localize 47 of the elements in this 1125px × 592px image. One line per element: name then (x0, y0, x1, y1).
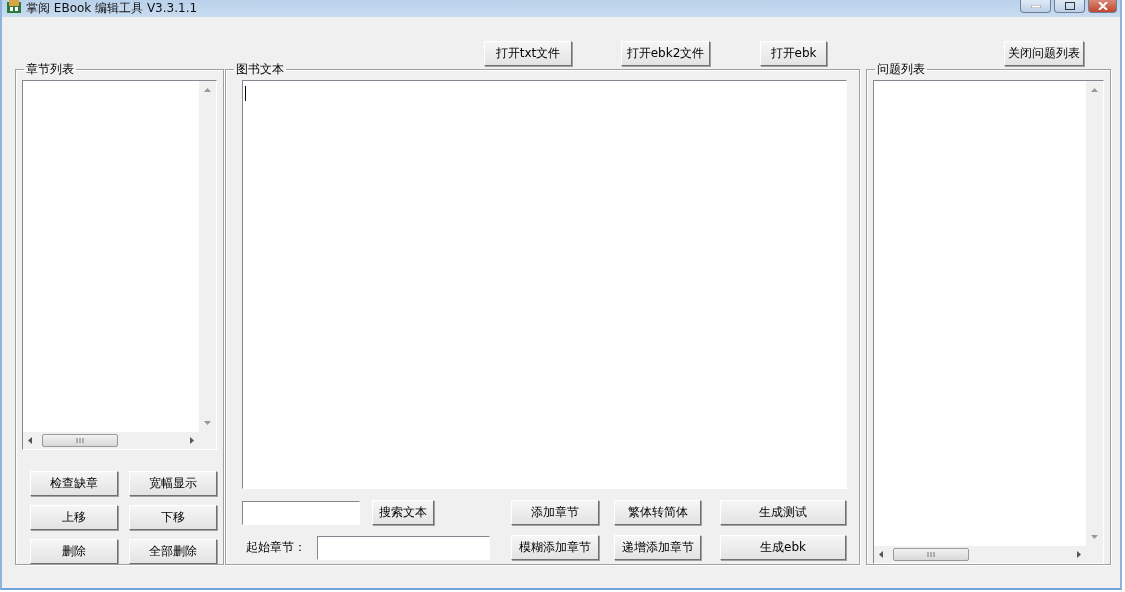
left-arrow-icon[interactable] (27, 437, 34, 444)
chapter-button[interactable]: 宽幅显示 (129, 471, 217, 496)
action-button[interactable]: 生成ebk (720, 535, 846, 560)
start-chapter-label: 起始章节： (245, 539, 307, 556)
left-arrow-icon[interactable] (878, 551, 885, 558)
grip-icon (927, 552, 935, 557)
chapter-button[interactable]: 下移 (129, 505, 217, 530)
down-arrow-icon[interactable] (1091, 533, 1098, 540)
scrollbar-thumb[interactable] (42, 434, 118, 447)
action-button[interactable]: 递增添加章节 (614, 535, 701, 560)
action-button[interactable]: 模糊添加章节 (511, 535, 599, 560)
close-button[interactable] (1088, 0, 1117, 13)
group-title: 章节列表 (25, 61, 75, 78)
maximize-button[interactable] (1054, 0, 1085, 13)
right-arrow-icon[interactable] (1075, 551, 1082, 558)
action-button[interactable]: 繁体转简体 (614, 500, 701, 525)
search-field[interactable] (242, 500, 360, 525)
vertical-scrollbar[interactable] (199, 81, 216, 432)
scrollbar-thumb[interactable] (893, 548, 969, 561)
open-file-button[interactable]: 打开ebk (760, 41, 827, 66)
group-title: 问题列表 (876, 61, 926, 78)
search-button[interactable]: 搜索文本 (372, 500, 434, 525)
book-icon (6, 0, 22, 14)
right-arrow-icon[interactable] (188, 437, 195, 444)
up-arrow-icon[interactable] (1091, 87, 1098, 94)
chapter-button[interactable]: 检查缺章 (30, 471, 118, 496)
chapter-button[interactable]: 上移 (30, 505, 118, 530)
window-title: 掌阅 EBook 编辑工具 V3.3.1.1 (26, 1, 198, 15)
up-arrow-icon[interactable] (204, 87, 211, 94)
minimize-icon (1030, 4, 1041, 8)
grip-icon (76, 438, 84, 443)
group-title: 图书文本 (235, 61, 285, 78)
chapter-button[interactable]: 全部删除 (129, 539, 217, 564)
close-issues-button[interactable]: 关闭问题列表 (1004, 41, 1084, 66)
horizontal-scrollbar[interactable] (874, 546, 1086, 563)
maximize-icon (1064, 2, 1075, 10)
action-button[interactable]: 生成测试 (720, 500, 846, 525)
horizontal-scrollbar[interactable] (23, 432, 199, 449)
open-file-button[interactable]: 打开txt文件 (484, 41, 572, 66)
text-caret (245, 86, 246, 101)
open-file-button[interactable]: 打开ebk2文件 (621, 41, 710, 66)
down-arrow-icon[interactable] (204, 419, 211, 426)
close-icon (1097, 2, 1108, 10)
chapter-button[interactable]: 删除 (30, 539, 118, 564)
start-chapter-field[interactable] (317, 535, 490, 560)
action-button[interactable]: 添加章节 (511, 500, 599, 525)
vertical-scrollbar[interactable] (1086, 81, 1103, 546)
